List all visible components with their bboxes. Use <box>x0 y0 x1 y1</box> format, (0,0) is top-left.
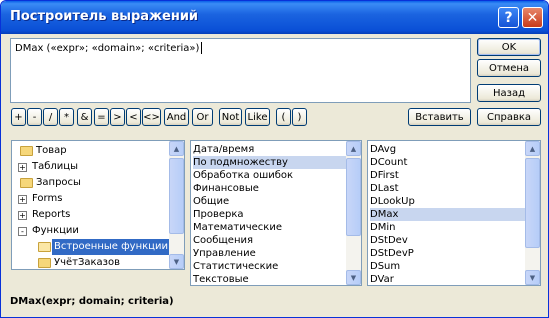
tree-scrollbar[interactable]: ▲ ▼ <box>169 141 184 269</box>
help-title-button[interactable]: ? <box>498 7 519 28</box>
operator-minus-button[interactable]: - <box>27 108 42 126</box>
tree-item-label: Встроенные функции <box>52 239 170 255</box>
operator-plus-button[interactable]: + <box>11 108 26 126</box>
back-button[interactable]: Назад <box>477 84 541 102</box>
tree-item[interactable]: Встроенные функции <box>12 239 170 255</box>
list-item[interactable]: DVar <box>370 273 525 285</box>
ok-button[interactable]: OK <box>477 38 541 56</box>
tree-item[interactable]: - Функции <box>12 223 170 239</box>
operator-concat-button[interactable]: & <box>77 108 92 126</box>
object-tree[interactable]: Товар + Таблицы Запросы + Forms + Report… <box>11 140 185 270</box>
function-list[interactable]: DAvg DCount DFirst DLast DLookUp DMax DM… <box>367 140 541 286</box>
folder-open-icon <box>38 242 51 252</box>
syntax-status: DMax(expr; domain; criteria) <box>10 296 174 307</box>
collapse-minus-icon[interactable]: - <box>18 227 27 236</box>
list-item[interactable]: DMin <box>370 221 525 234</box>
folder-icon <box>20 178 33 188</box>
category-scrollbar[interactable]: ▲ ▼ <box>346 141 361 285</box>
cancel-button[interactable]: Отмена <box>477 59 541 77</box>
tree-item-label: Функции <box>32 225 79 236</box>
tree-item-label: Forms <box>32 193 63 204</box>
list-item[interactable]: Обработка ошибок <box>193 169 346 182</box>
list-item[interactable]: DLookUp <box>370 195 525 208</box>
list-item[interactable]: Управление <box>193 247 346 260</box>
function-scrollbar[interactable]: ▲ ▼ <box>525 141 540 285</box>
list-item[interactable]: DMax <box>370 208 525 221</box>
tree-item-label: Таблицы <box>32 161 78 172</box>
scroll-down-icon[interactable]: ▼ <box>169 254 184 269</box>
list-item[interactable]: Дата/время <box>193 143 346 156</box>
scroll-thumb[interactable] <box>169 158 184 234</box>
list-item[interactable]: DCount <box>370 156 525 169</box>
tree-item-label: Reports <box>32 209 71 220</box>
tree-item[interactable]: + Таблицы <box>12 159 170 175</box>
category-list[interactable]: Дата/время По подмножеству Обработка оши… <box>190 140 362 286</box>
tree-item[interactable]: Товар <box>12 143 170 159</box>
operator-not-equal-button[interactable]: <> <box>142 108 161 126</box>
expression-text: DMax («expr»; «domain»; «criteria») <box>15 43 200 54</box>
operator-or-button[interactable]: Or <box>192 108 213 126</box>
folder-icon <box>38 258 51 268</box>
list-item[interactable]: DSum <box>370 260 525 273</box>
list-item[interactable]: Математические <box>193 221 346 234</box>
list-item[interactable]: DAvg <box>370 143 525 156</box>
operator-and-button[interactable]: And <box>164 108 189 126</box>
window-title: Построитель выражений <box>10 9 199 24</box>
title-bar[interactable]: Построитель выражений ? ✕ <box>1 1 548 34</box>
list-item[interactable]: Текстовые <box>193 273 346 285</box>
operator-less-button[interactable]: < <box>126 108 141 126</box>
operator-greater-button[interactable]: > <box>110 108 125 126</box>
paste-button[interactable]: Вставить <box>408 108 471 126</box>
expression-editor[interactable]: DMax («expr»; «domain»; «criteria») <box>10 38 471 103</box>
operator-like-button[interactable]: Like <box>245 108 270 126</box>
scroll-down-icon[interactable]: ▼ <box>346 270 361 285</box>
expand-plus-icon[interactable]: + <box>18 211 27 220</box>
scroll-up-icon[interactable]: ▲ <box>169 141 184 156</box>
scroll-up-icon[interactable]: ▲ <box>346 141 361 156</box>
list-item[interactable]: Проверка <box>193 208 346 221</box>
tree-item[interactable]: + Reports <box>12 207 170 223</box>
operator-multiply-button[interactable]: * <box>59 108 74 126</box>
operator-divide-button[interactable]: / <box>43 108 58 126</box>
expand-plus-icon[interactable]: + <box>18 195 27 204</box>
operator-close-paren-button[interactable]: ) <box>292 108 307 126</box>
list-item[interactable]: Финансовые <box>193 182 346 195</box>
list-item[interactable]: DFirst <box>370 169 525 182</box>
tree-item[interactable]: Запросы <box>12 175 170 191</box>
list-item[interactable]: По подмножеству <box>193 156 346 169</box>
list-item[interactable]: DStDevP <box>370 247 525 260</box>
tree-item-label: УчётЗаказов <box>54 257 121 268</box>
scroll-thumb[interactable] <box>346 158 361 236</box>
list-item[interactable]: Статистические <box>193 260 346 273</box>
expand-plus-icon[interactable]: + <box>18 163 27 172</box>
operator-not-button[interactable]: Not <box>219 108 242 126</box>
list-item[interactable]: Общие <box>193 195 346 208</box>
list-item[interactable]: DLast <box>370 182 525 195</box>
close-title-button[interactable]: ✕ <box>522 7 543 28</box>
tree-item-label: Запросы <box>36 177 81 188</box>
folder-icon <box>20 146 33 156</box>
expression-builder-dialog: Построитель выражений ? ✕ DMax («expr»; … <box>0 0 549 318</box>
scroll-thumb[interactable] <box>525 158 540 248</box>
help-button[interactable]: Справка <box>477 108 541 126</box>
list-item[interactable]: Сообщения <box>193 234 346 247</box>
tree-item[interactable]: УчётЗаказов <box>12 255 170 269</box>
tree-item[interactable]: + Forms <box>12 191 170 207</box>
operator-equals-button[interactable]: = <box>94 108 109 126</box>
scroll-up-icon[interactable]: ▲ <box>525 141 540 156</box>
scroll-down-icon[interactable]: ▼ <box>525 270 540 285</box>
list-item[interactable]: DStDev <box>370 234 525 247</box>
text-caret <box>201 42 203 54</box>
tree-item-label: Товар <box>36 145 67 156</box>
operator-open-paren-button[interactable]: ( <box>276 108 291 126</box>
